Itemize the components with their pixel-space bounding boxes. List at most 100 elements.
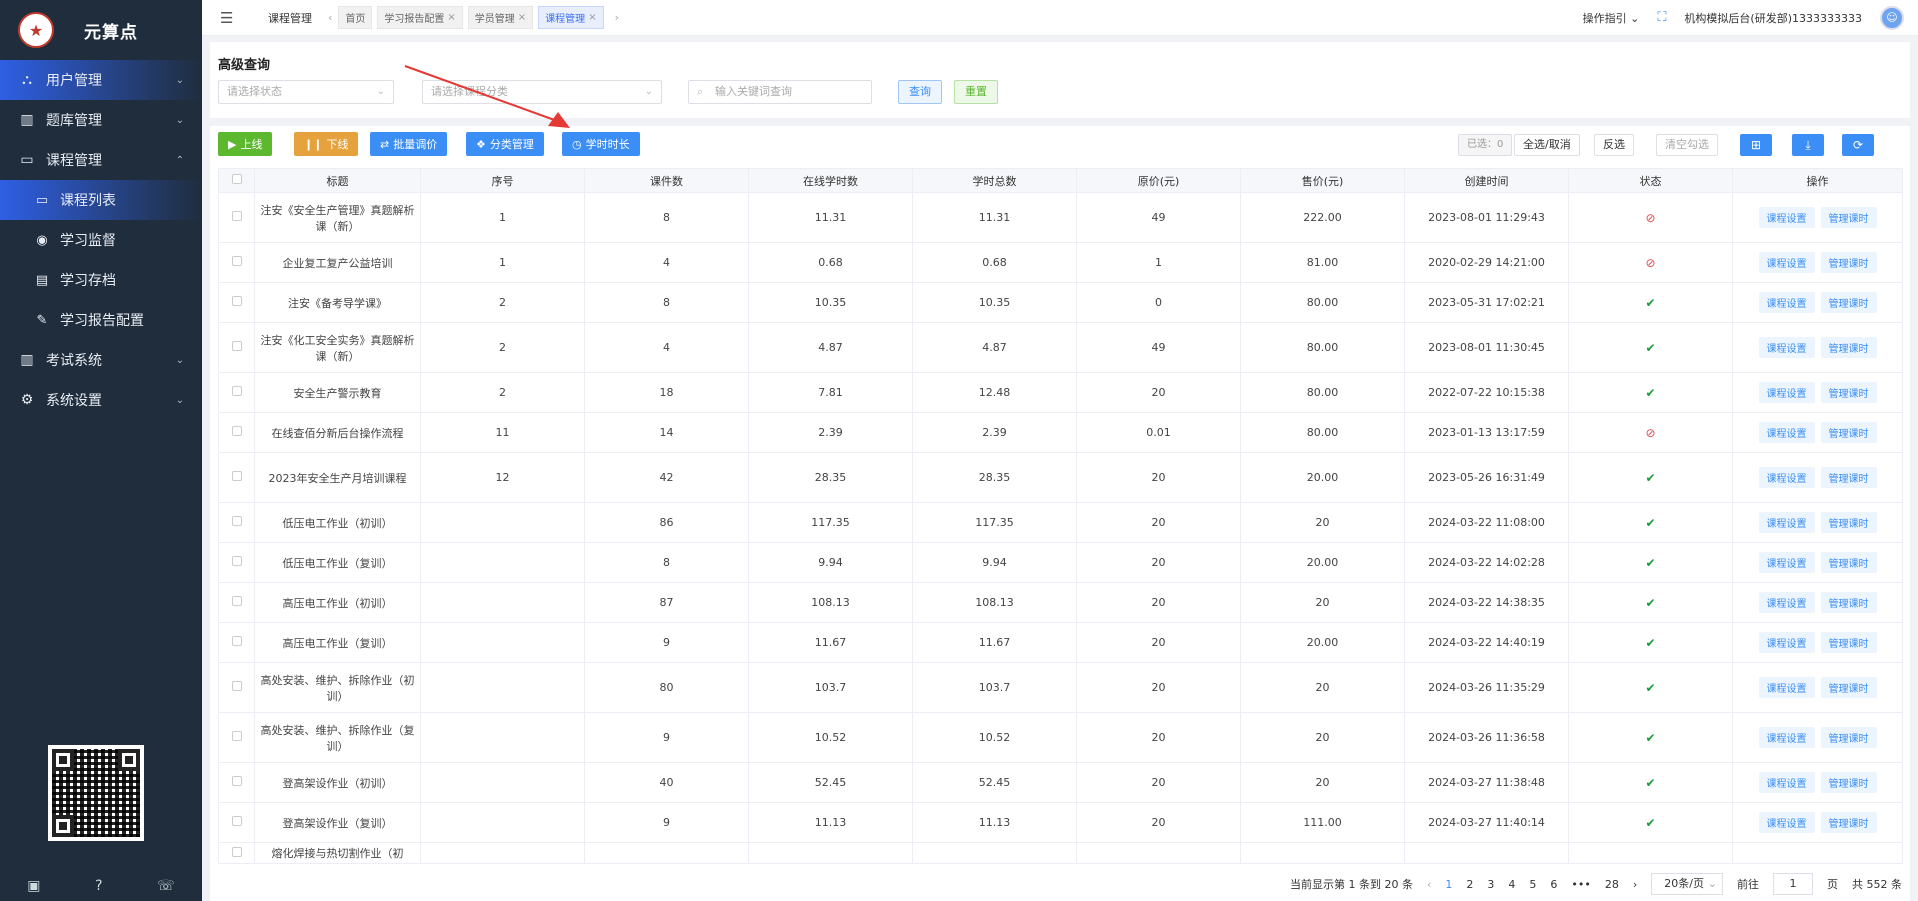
page-number[interactable]: ••• <box>1571 878 1590 891</box>
checkbox[interactable] <box>231 426 242 436</box>
invert-selection-button[interactable]: 反选 <box>1594 134 1634 156</box>
checkbox[interactable] <box>231 556 242 566</box>
tabs-right-arrow-icon[interactable]: › <box>615 11 619 24</box>
batch-price-button[interactable]: ⇄ 批量调价 <box>370 132 448 156</box>
course-settings-button[interactable]: 课程设置 <box>1758 422 1815 443</box>
manage-lessons-button[interactable]: 管理课时 <box>1820 592 1877 613</box>
manage-lessons-button[interactable]: 管理课时 <box>1820 382 1877 403</box>
sidebar-item-study-archive[interactable]: ▤ 学习存档 <box>0 260 202 300</box>
checkbox[interactable] <box>231 516 242 526</box>
help-icon[interactable]: ? <box>95 878 102 894</box>
course-settings-button[interactable]: 课程设置 <box>1758 552 1815 573</box>
checkbox[interactable] <box>231 211 242 221</box>
page-number[interactable]: 5 <box>1529 878 1536 891</box>
manage-lessons-button[interactable]: 管理课时 <box>1820 677 1877 698</box>
manage-lessons-button[interactable]: 管理课时 <box>1820 337 1877 358</box>
row-checkbox[interactable] <box>218 412 255 453</box>
category-management-button[interactable]: ❖ 分类管理 <box>466 132 544 156</box>
checkbox[interactable] <box>231 174 242 184</box>
manage-lessons-button[interactable]: 管理课时 <box>1820 727 1877 748</box>
checkbox[interactable] <box>231 731 242 741</box>
next-page-icon[interactable]: › <box>1633 878 1637 891</box>
checkbox[interactable] <box>231 776 242 786</box>
close-icon[interactable]: × <box>588 12 596 23</box>
close-icon[interactable]: × <box>447 12 455 23</box>
row-checkbox[interactable] <box>218 662 255 713</box>
row-checkbox[interactable] <box>218 282 255 323</box>
query-button[interactable]: 查询 <box>898 80 942 104</box>
checkbox[interactable] <box>231 636 242 646</box>
avatar[interactable]: ☺ <box>1880 5 1904 30</box>
page-number[interactable]: 4 <box>1508 878 1515 891</box>
row-checkbox[interactable] <box>218 622 255 663</box>
page-number[interactable]: 1 <box>1445 878 1452 891</box>
tab-course-management[interactable]: 课程管理 × <box>538 6 604 29</box>
row-checkbox[interactable] <box>218 802 255 843</box>
checkbox[interactable] <box>231 846 242 857</box>
page-number[interactable]: 3 <box>1487 878 1494 891</box>
tab-home[interactable]: 首页 <box>338 6 373 29</box>
download-icon[interactable]: ⤓ <box>1792 134 1824 156</box>
row-checkbox[interactable] <box>218 582 255 623</box>
select-all-button[interactable]: 全选/取消 <box>1514 134 1580 156</box>
tab-report-config[interactable]: 学习报告配置 × <box>377 6 463 29</box>
course-settings-button[interactable]: 课程设置 <box>1758 207 1815 228</box>
tabs-left-arrow-icon[interactable]: ‹ <box>328 11 332 24</box>
menu-question-bank[interactable]: ▥ 题库管理 ⌄ <box>0 100 202 140</box>
manage-lessons-button[interactable]: 管理课时 <box>1820 252 1877 273</box>
menu-system-settings[interactable]: ⚙ 系统设置 ⌄ <box>0 380 202 420</box>
menu-course-management[interactable]: ▭ 课程管理 ⌃ <box>0 140 202 180</box>
menu-exam-system[interactable]: ▥ 考试系统 ⌄ <box>0 340 202 380</box>
menu-toggle-icon[interactable]: ☰ <box>220 9 234 27</box>
refresh-icon[interactable]: ⟳ <box>1842 134 1874 156</box>
manage-lessons-button[interactable]: 管理课时 <box>1820 292 1877 313</box>
page-number[interactable]: 2 <box>1466 878 1473 891</box>
close-icon[interactable]: × <box>518 12 526 23</box>
operation-guide[interactable]: 操作指引 ⌄ <box>1583 10 1640 26</box>
sidebar-item-report-config[interactable]: ✎ 学习报告配置 <box>0 300 202 340</box>
phone-icon[interactable]: ☏ <box>157 878 175 894</box>
page-number[interactable]: 28 <box>1605 878 1619 891</box>
tab-student-management[interactable]: 学员管理 × <box>467 6 534 29</box>
sidebar-item-course-list[interactable]: ▭ 课程列表 <box>0 180 202 220</box>
course-settings-button[interactable]: 课程设置 <box>1758 812 1815 833</box>
status-select[interactable]: 请选择状态 ⌄ <box>218 80 394 104</box>
row-checkbox[interactable] <box>218 322 255 373</box>
prev-page-icon[interactable]: ‹ <box>1427 878 1431 891</box>
manage-lessons-button[interactable]: 管理课时 <box>1820 512 1877 533</box>
manage-lessons-button[interactable]: 管理课时 <box>1820 467 1877 488</box>
header-checkbox[interactable] <box>218 168 255 193</box>
grid-view-icon[interactable]: ⊞ <box>1740 134 1772 156</box>
course-settings-button[interactable]: 课程设置 <box>1758 772 1815 793</box>
row-checkbox[interactable] <box>218 452 255 503</box>
checkbox[interactable] <box>231 471 242 481</box>
checkbox[interactable] <box>231 256 242 266</box>
checkbox[interactable] <box>231 596 242 606</box>
checkbox[interactable] <box>231 386 242 396</box>
row-checkbox[interactable] <box>218 502 255 543</box>
row-checkbox[interactable] <box>218 542 255 583</box>
checkbox[interactable] <box>231 296 242 306</box>
row-checkbox[interactable] <box>218 242 255 283</box>
row-checkbox[interactable] <box>218 372 255 413</box>
course-settings-button[interactable]: 课程设置 <box>1758 512 1815 533</box>
course-settings-button[interactable]: 课程设置 <box>1758 592 1815 613</box>
sidebar-item-study-monitor[interactable]: ◉ 学习监督 <box>0 220 202 260</box>
clear-selection-button[interactable]: 清空勾选 <box>1656 134 1718 156</box>
page-number[interactable]: 6 <box>1550 878 1557 891</box>
manage-lessons-button[interactable]: 管理课时 <box>1820 207 1877 228</box>
online-button[interactable]: ▶ 上线 <box>218 132 273 156</box>
row-checkbox[interactable] <box>218 762 255 803</box>
row-checkbox[interactable] <box>218 192 255 243</box>
page-size-select[interactable]: 20条/页 ⌄ <box>1651 873 1723 895</box>
course-settings-button[interactable]: 课程设置 <box>1758 337 1815 358</box>
manage-lessons-button[interactable]: 管理课时 <box>1820 552 1877 573</box>
row-checkbox[interactable] <box>218 842 255 864</box>
menu-user-management[interactable]: ⛬ 用户管理 ⌄ <box>0 60 202 100</box>
course-settings-button[interactable]: 课程设置 <box>1758 632 1815 653</box>
course-settings-button[interactable]: 课程设置 <box>1758 467 1815 488</box>
course-settings-button[interactable]: 课程设置 <box>1758 382 1815 403</box>
manage-lessons-button[interactable]: 管理课时 <box>1820 632 1877 653</box>
study-hours-button[interactable]: ◷ 学时时长 <box>562 132 640 156</box>
course-settings-button[interactable]: 课程设置 <box>1758 727 1815 748</box>
